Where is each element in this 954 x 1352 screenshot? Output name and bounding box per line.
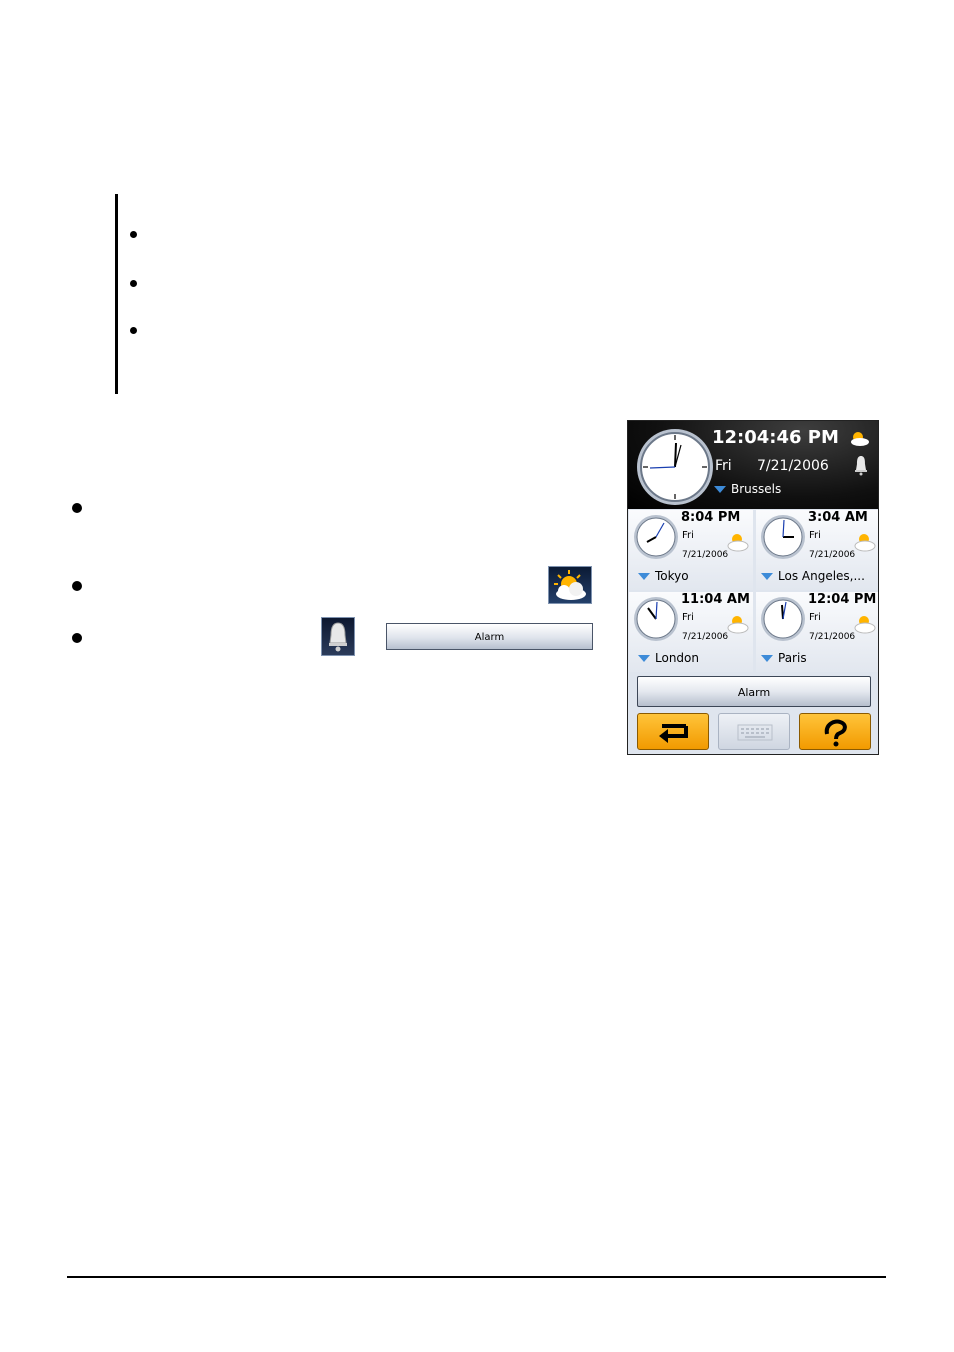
city-name: Los Angeles,... — [778, 569, 865, 583]
analog-clock-icon — [634, 515, 678, 559]
analog-clock-icon — [761, 597, 805, 641]
analog-clock-icon — [637, 429, 713, 505]
dropdown-arrow-icon — [638, 573, 650, 580]
city-name: London — [655, 651, 699, 665]
footer-rule — [67, 1276, 886, 1278]
return-arrow-icon — [659, 724, 688, 743]
weather-icon — [727, 616, 749, 634]
bell-icon[interactable] — [852, 454, 870, 476]
city-name: Paris — [778, 651, 807, 665]
main-city-selector[interactable]: Brussels — [714, 482, 781, 496]
help-icon — [824, 719, 847, 747]
dropdown-arrow-icon — [761, 655, 773, 662]
dropdown-arrow-icon — [714, 486, 726, 493]
note-bullet — [130, 280, 137, 287]
note-bullet — [130, 231, 137, 238]
city-day: Fri — [682, 612, 694, 623]
help-button[interactable] — [799, 713, 871, 750]
main-time: 12:04:46 PM — [712, 427, 839, 448]
city-selector[interactable]: Los Angeles,... — [761, 569, 865, 583]
city-selector[interactable]: Tokyo — [638, 569, 689, 583]
dropdown-arrow-icon — [761, 573, 773, 580]
city-time: 11:04 AM — [681, 592, 750, 607]
alarm-button-inline: Alarm — [386, 623, 593, 650]
main-city: Brussels — [731, 482, 782, 496]
city-clock-cell[interactable]: 3:04 AM Fri 7/21/2006 Los Angeles,... — [756, 510, 878, 590]
list-bullet — [72, 581, 82, 591]
dropdown-arrow-icon — [638, 655, 650, 662]
city-selector[interactable]: Paris — [761, 651, 807, 665]
weather-icon — [854, 616, 876, 634]
city-date: 7/21/2006 — [809, 550, 856, 560]
city-date: 7/21/2006 — [809, 632, 856, 642]
list-bullet — [72, 633, 82, 643]
city-date: 7/21/2006 — [682, 632, 729, 642]
analog-clock-icon — [634, 597, 678, 641]
list-bullet — [72, 503, 82, 513]
city-name: Tokyo — [655, 569, 689, 583]
world-clock-screen: 12:04:46 PM Fri 7/21/2006 Brussels 8:04 … — [627, 420, 879, 755]
note-bar — [115, 194, 118, 394]
main-date: 7/21/2006 — [757, 458, 829, 474]
city-day: Fri — [809, 612, 821, 623]
city-selector[interactable]: London — [638, 651, 699, 665]
back-button[interactable] — [637, 713, 709, 750]
city-time: 3:04 AM — [808, 510, 868, 525]
city-date: 7/21/2006 — [682, 550, 729, 560]
analog-clock-icon — [761, 515, 805, 559]
city-clock-cell[interactable]: 11:04 AM Fri 7/21/2006 London — [629, 592, 753, 672]
bell-icon — [321, 617, 355, 656]
main-day: Fri — [715, 458, 732, 474]
keyboard-icon — [737, 724, 773, 741]
weather-icon — [854, 534, 876, 552]
weather-icon — [851, 432, 869, 446]
alarm-button[interactable]: Alarm — [637, 676, 871, 707]
city-time: 8:04 PM — [681, 510, 741, 525]
keyboard-button[interactable] — [718, 713, 790, 750]
city-time: 12:04 PM — [808, 592, 877, 607]
city-day: Fri — [682, 530, 694, 541]
weather-icon — [548, 566, 592, 604]
weather-icon — [727, 534, 749, 552]
note-bullet — [130, 327, 137, 334]
city-day: Fri — [809, 530, 821, 541]
city-clock-cell[interactable]: 8:04 PM Fri 7/21/2006 Tokyo — [629, 510, 753, 590]
city-clock-cell[interactable]: 12:04 PM Fri 7/21/2006 Paris — [756, 592, 878, 672]
